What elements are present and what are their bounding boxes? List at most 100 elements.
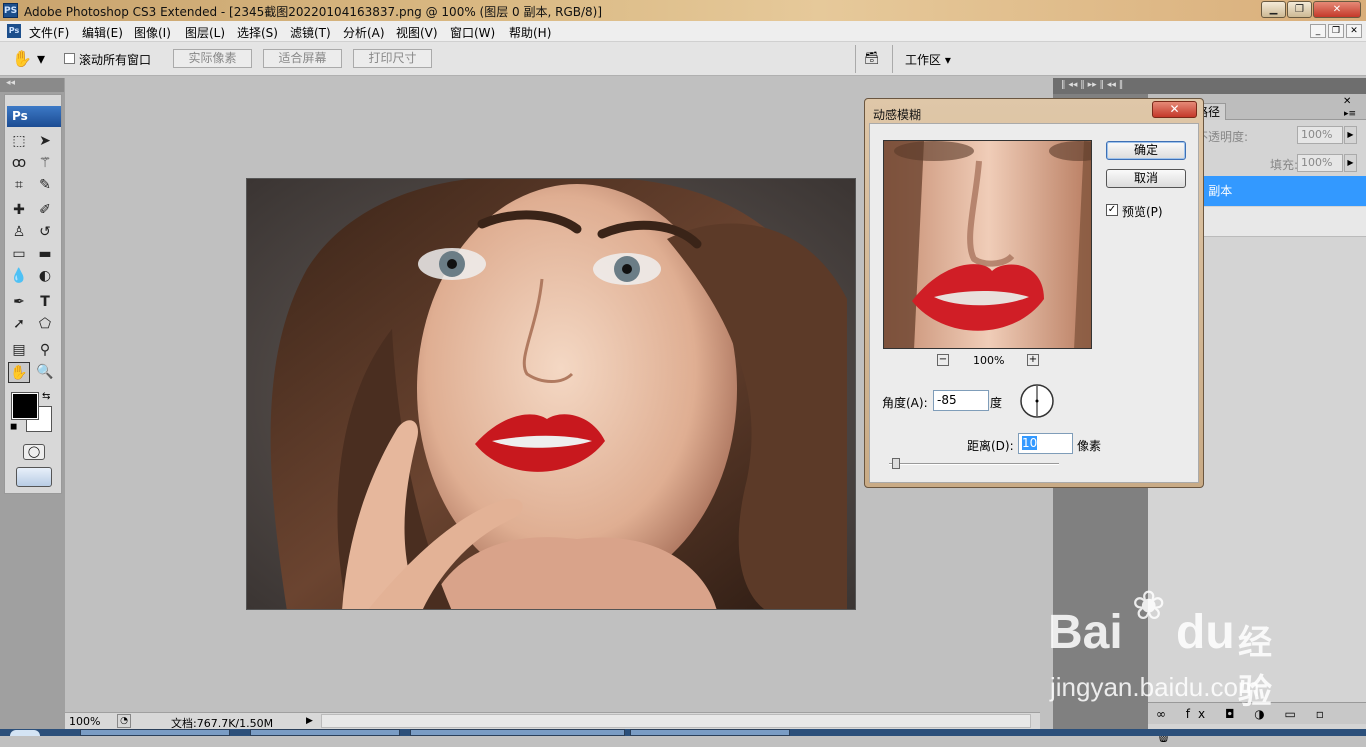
distance-input[interactable]: 10 (1018, 433, 1073, 454)
toolbox-header[interactable]: ◂◂ (0, 78, 64, 92)
status-menu-arrow-icon[interactable]: ▶ (306, 714, 318, 728)
angle-label: 角度(A): (882, 396, 928, 410)
doc-close-button[interactable]: ✕ (1346, 24, 1362, 38)
workspace-menu[interactable]: 工作区 ▾ (905, 51, 951, 68)
shape-tool-icon[interactable]: ⬠ (34, 314, 56, 335)
doc-restore-button[interactable]: ❐ (1328, 24, 1344, 38)
menu-image[interactable]: 图像(I) (134, 24, 171, 41)
zoom-level-readout[interactable]: 100% (69, 715, 100, 728)
menu-view[interactable]: 视图(V) (396, 24, 438, 41)
taskbar (0, 729, 1366, 736)
dialog-close-button[interactable]: ✕ (1152, 101, 1197, 118)
panel-menu-icon[interactable]: ▸≡ (1344, 109, 1356, 119)
options-bar: ✋ ▾ 滚动所有窗口 实际像素 适合屏幕 打印尺寸 🗃 工作区 ▾ (0, 42, 1366, 76)
screen-mode-icon[interactable] (16, 467, 52, 487)
opacity-slider-arrow-icon[interactable]: ▶ (1344, 126, 1357, 144)
crop-tool-icon[interactable]: ⌗ (8, 175, 30, 196)
gradient-tool-icon[interactable]: ▬ (34, 244, 56, 265)
scroll-all-checkbox[interactable] (64, 53, 75, 64)
collapse-arrows-icon[interactable]: ◂◂ (6, 78, 15, 88)
cancel-button[interactable]: 取消 (1106, 169, 1186, 188)
path-selection-tool-icon[interactable]: ➚ (8, 314, 30, 335)
lasso-tool-icon[interactable]: ꝏ (8, 153, 30, 174)
menu-edit[interactable]: 编辑(E) (82, 24, 123, 41)
fit-screen-button[interactable]: 适合屏幕 (263, 49, 342, 68)
maximize-button[interactable]: ❐ (1287, 1, 1312, 18)
toolbox: Ps ⬚ ➤ ꝏ ⚚ ⌗ ✎ ✚ ✐ ♙ ↺ ▭ ▬ 💧 ◐ ✒ T ➚ ⬠ ▤… (4, 94, 62, 494)
menu-help[interactable]: 帮助(H) (509, 24, 551, 41)
move-tool-icon[interactable]: ➤ (34, 131, 56, 152)
fill-field[interactable]: 100% (1297, 154, 1343, 172)
distance-unit: 像素 (1077, 439, 1102, 453)
swap-colors-icon[interactable]: ⇆ (42, 391, 50, 402)
zoom-out-button[interactable]: − (937, 354, 949, 366)
notes-tool-icon[interactable]: ▤ (8, 340, 30, 361)
distance-label: 距离(D): (967, 439, 1014, 453)
menu-layer[interactable]: 图层(L) (185, 24, 225, 41)
type-tool-icon[interactable]: T (34, 292, 56, 313)
photoshop-app-icon: PS (3, 3, 18, 18)
close-window-button[interactable]: ✕ (1313, 1, 1361, 18)
preview-checkbox[interactable]: ✓ (1106, 204, 1118, 216)
brush-tool-icon[interactable]: ✐ (34, 200, 56, 221)
motion-blur-dialog: 动感模糊 ✕ − 100% + 确定 取消 ✓ 预览(P) 角度(A): -85… (864, 98, 1204, 488)
slice-tool-icon[interactable]: ✎ (34, 175, 56, 196)
eyedropper-tool-icon[interactable]: ⚲ (34, 340, 56, 361)
menu-window[interactable]: 窗口(W) (450, 24, 495, 41)
menu-file[interactable]: 文件(F) (29, 24, 69, 41)
default-colors-icon[interactable]: ◼ (10, 422, 17, 432)
document-image[interactable] (246, 178, 856, 610)
angle-unit: 度 (990, 396, 1003, 410)
hand-tool-icon[interactable]: ✋ (8, 362, 30, 383)
doc-minimize-button[interactable]: _ (1310, 24, 1326, 38)
opacity-field[interactable]: 100% (1297, 126, 1343, 144)
start-orb-icon[interactable] (10, 730, 40, 736)
angle-dial[interactable] (1019, 383, 1055, 419)
panel-close-icon[interactable]: ✕ (1343, 96, 1351, 107)
magic-wand-tool-icon[interactable]: ⚚ (34, 153, 56, 174)
pen-tool-icon[interactable]: ✒ (8, 292, 30, 313)
menu-select[interactable]: 选择(S) (237, 24, 278, 41)
collapse-arrows-icon[interactable]: ‖ ◂◂ ‖ ▸▸ ‖ ◂◂ ‖ (1061, 80, 1123, 90)
baidu-jingyan-watermark: Bai ❀ du 经验 (1048, 583, 1298, 712)
history-brush-tool-icon[interactable]: ↺ (34, 222, 56, 243)
fill-slider-arrow-icon[interactable]: ▶ (1344, 154, 1357, 172)
dodge-tool-icon[interactable]: ◐ (34, 266, 56, 287)
divider (892, 45, 893, 73)
blur-tool-icon[interactable]: 💧 (8, 266, 30, 287)
quick-mask-icon[interactable]: ◯ (23, 444, 45, 460)
bridge-icon[interactable]: 🗃 (864, 51, 886, 67)
taskbar-item[interactable] (250, 729, 400, 736)
healing-brush-tool-icon[interactable]: ✚ (8, 200, 30, 221)
dialog-title: 动感模糊 (873, 108, 922, 122)
preview-label: 预览(P) (1122, 205, 1163, 219)
scroll-all-label: 滚动所有窗口 (79, 53, 152, 67)
filter-preview-image[interactable] (883, 140, 1092, 349)
marquee-tool-icon[interactable]: ⬚ (8, 131, 30, 152)
minimize-button[interactable]: ▁ (1261, 1, 1286, 18)
zoom-tool-icon[interactable]: 🔍 (34, 362, 56, 383)
taskbar-item[interactable] (630, 729, 790, 736)
zoom-in-button[interactable]: + (1027, 354, 1039, 366)
menu-analysis[interactable]: 分析(A) (343, 24, 385, 41)
ok-button[interactable]: 确定 (1106, 141, 1186, 160)
taskbar-item[interactable] (80, 729, 230, 736)
print-size-button[interactable]: 打印尺寸 (353, 49, 432, 68)
angle-input[interactable]: -85 (933, 390, 989, 411)
watermark-brand: Bai (1048, 606, 1123, 659)
menu-filter[interactable]: 滤镜(T) (290, 24, 331, 41)
menu-bar: Ps 文件(F) 编辑(E) 图像(I) 图层(L) 选择(S) 滤镜(T) 分… (0, 21, 1366, 42)
clone-stamp-tool-icon[interactable]: ♙ (8, 222, 30, 243)
actual-pixels-button[interactable]: 实际像素 (173, 49, 252, 68)
horizontal-scrollbar[interactable] (321, 714, 1031, 728)
paw-icon: ❀ (1132, 583, 1166, 629)
taskbar-item[interactable] (410, 729, 625, 736)
ps-menu-icon[interactable]: Ps (7, 24, 21, 38)
foreground-color-swatch[interactable] (11, 392, 39, 420)
fill-label: 填充: (1270, 158, 1299, 172)
distance-slider-track[interactable] (889, 463, 1059, 465)
eraser-tool-icon[interactable]: ▭ (8, 244, 30, 265)
hand-tool-preset-icon[interactable]: ✋ ▾ (12, 48, 52, 70)
distance-slider-thumb[interactable] (892, 458, 900, 469)
status-info-icon[interactable]: ◔ (117, 714, 131, 728)
